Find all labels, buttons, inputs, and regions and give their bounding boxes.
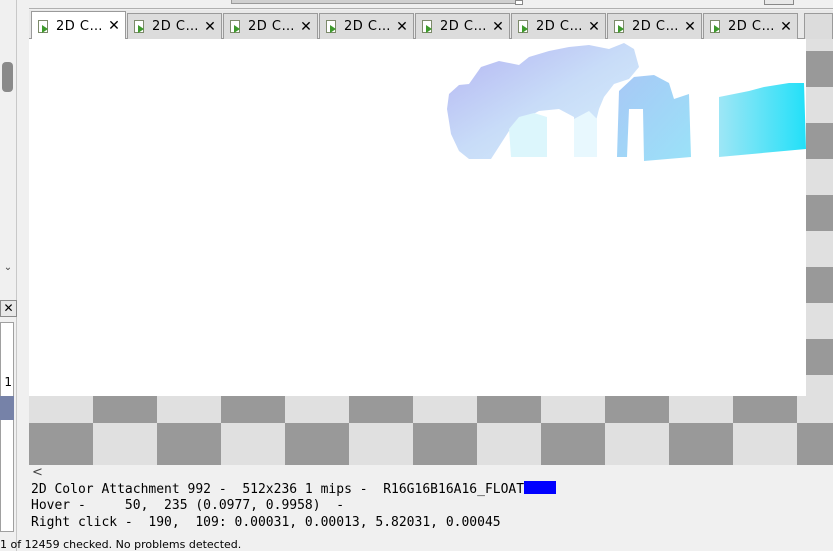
left-list-value[interactable]: 1	[0, 371, 14, 393]
tab-label: 2D C…	[728, 19, 775, 34]
tab-texture-4[interactable]: 2D C… ✕	[319, 13, 414, 39]
close-icon[interactable]: ✕	[395, 19, 409, 35]
status-bar-text: 1 of 12459 checked. No problems detected…	[0, 538, 242, 551]
close-icon[interactable]: ✕	[203, 19, 217, 35]
tab-label: 2D C…	[536, 19, 583, 34]
top-scroll-marker[interactable]	[515, 0, 523, 5]
texture-page-arrow-icon	[708, 19, 723, 34]
tab-texture-6[interactable]: 2D C… ✕	[511, 13, 606, 39]
top-scrollbar-thumb[interactable]	[231, 0, 521, 4]
tab-label: 2D C…	[56, 18, 103, 34]
close-icon[interactable]: ✕	[683, 19, 697, 35]
top-right-handle[interactable]	[764, 0, 794, 5]
tab-texture-8[interactable]: 2D C… ✕	[703, 13, 798, 39]
left-list-selected-row[interactable]	[0, 396, 14, 420]
texture-viewer-canvas[interactable]	[29, 39, 833, 465]
tab-texture-5[interactable]: 2D C… ✕	[415, 13, 510, 39]
top-scrollbar[interactable]	[29, 0, 833, 9]
texture-page-arrow-icon	[612, 19, 627, 34]
tab-texture-2[interactable]: 2D C… ✕	[127, 13, 222, 39]
tab-texture-1[interactable]: 2D C… ✕	[31, 11, 126, 40]
texture-info-line: 2D Color Attachment 992 - 512x236 1 mips…	[31, 481, 557, 498]
left-scrollbar-thumb[interactable]	[2, 62, 13, 92]
close-icon[interactable]: ✕	[587, 19, 601, 35]
tab-label: 2D C…	[248, 19, 295, 34]
hover-info-line: Hover - 50, 235 (0.0977, 0.9958) -	[31, 498, 345, 513]
texture-content	[447, 43, 806, 161]
color-swatch	[524, 481, 557, 494]
texture-page-arrow-icon	[324, 19, 339, 34]
chevron-left-icon[interactable]: <	[32, 465, 43, 480]
tab-overflow[interactable]	[804, 13, 833, 39]
close-icon[interactable]: ✕	[107, 18, 121, 34]
tab-label: 2D C…	[440, 19, 487, 34]
texture-page-arrow-icon	[516, 19, 531, 34]
right-click-info-line: Right click - 190, 109: 0.00031, 0.00013…	[31, 515, 501, 530]
texture-tab-bar: 2D C… ✕ 2D C… ✕ 2D C… ✕ 2D C… ✕ 2D C… ✕ 2D C… ✕ 2D C…	[29, 10, 833, 40]
tab-texture-7[interactable]: 2D C… ✕	[607, 13, 702, 39]
tab-label: 2D C…	[152, 19, 199, 34]
tab-label: 2D C…	[632, 19, 679, 34]
close-icon[interactable]: ✕	[779, 19, 793, 35]
close-icon[interactable]: ✕	[299, 19, 313, 35]
texture-info-panel: 2D Color Attachment 992 - 512x236 1 mips…	[29, 480, 833, 535]
close-icon[interactable]: ✕	[491, 19, 505, 35]
chevron-down-icon[interactable]: ⌄	[2, 261, 14, 275]
texture-page-arrow-icon	[228, 19, 243, 34]
texture-page-arrow-icon	[132, 19, 147, 34]
texture-page-arrow-icon	[420, 19, 435, 34]
tab-texture-3[interactable]: 2D C… ✕	[223, 13, 318, 39]
tab-label: 2D C…	[344, 19, 391, 34]
close-icon[interactable]: ✕	[0, 300, 17, 317]
left-list-panel	[0, 322, 14, 532]
texture-image[interactable]	[29, 39, 806, 396]
horizontal-scrollbar[interactable]: <	[29, 465, 833, 480]
texture-format-text: 2D Color Attachment 992 - 512x236 1 mips…	[31, 482, 525, 497]
texture-page-arrow-icon	[36, 19, 51, 34]
